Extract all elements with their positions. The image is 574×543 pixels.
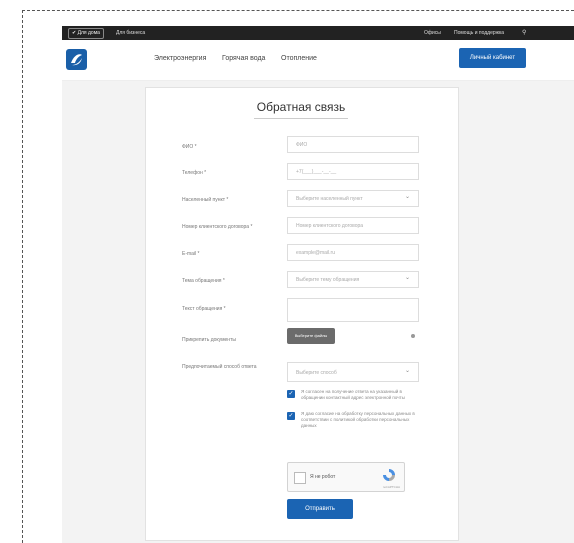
fio-input[interactable]: ФИО — [287, 136, 419, 153]
contract-label: Номер клиентского договора * — [182, 224, 253, 230]
consent-email-checkbox[interactable]: ✓ — [287, 390, 295, 398]
info-icon — [411, 334, 415, 338]
city-label: Населенный пункт * — [182, 197, 229, 203]
reply-method-label: Предпочитаемый способ ответа — [182, 364, 257, 370]
city-select[interactable]: Выберите населенный пункт — [287, 189, 419, 207]
for-home-link[interactable]: ✔ Для дома — [68, 28, 104, 39]
message-label: Текст обращения * — [182, 306, 226, 312]
consent-pd-text: Я даю согласие на обработку персональных… — [301, 411, 415, 428]
personal-cabinet-button[interactable]: Личный кабинет — [459, 48, 526, 68]
phone-label: Телефон * — [182, 170, 207, 176]
for-business-link[interactable]: Для бизнеса — [116, 30, 145, 36]
consent-pd-checkbox[interactable]: ✓ — [287, 412, 295, 420]
topic-select[interactable]: Выберите тему обращения — [287, 270, 419, 288]
nav-hot-water[interactable]: Горячая вода — [222, 55, 265, 62]
choose-files-button[interactable]: Выберите файлы — [287, 328, 335, 344]
consent-email-text: Я согласен на получение ответа на указан… — [301, 389, 405, 400]
message-textarea[interactable] — [287, 298, 419, 322]
attach-label: Прикрепить документы — [182, 337, 236, 343]
recaptcha-label: Я не робот — [310, 474, 336, 480]
contract-input[interactable]: Номер клиентского договора — [287, 217, 419, 234]
for-home-label: Для дома — [77, 30, 100, 36]
offices-link[interactable]: Офисы — [424, 30, 441, 36]
page-frame-top — [22, 10, 574, 11]
fio-label: ФИО * — [182, 144, 197, 150]
nav-heating[interactable]: Отопление — [281, 55, 317, 62]
top-bar: ✔ Для дома Для бизнеса Офисы Помощь и по… — [62, 26, 574, 40]
recaptcha-checkbox[interactable] — [294, 472, 306, 484]
site-header: Электроэнергия Горячая вода Отопление Ли… — [62, 40, 574, 81]
recaptcha-brand: reCAPTCHA — [382, 485, 400, 489]
phone-input[interactable]: +7(___)___-__-__ — [287, 163, 419, 180]
search-icon[interactable]: ⚲ — [522, 29, 526, 36]
page-title: Обратная связь — [256, 100, 346, 114]
reply-method-select[interactable]: Выберите способ — [287, 361, 419, 382]
title-underline — [254, 118, 348, 119]
help-link[interactable]: Помощь и поддержка — [454, 30, 504, 36]
email-label: E-mail * — [182, 251, 200, 257]
recaptcha-widget: Я не робот reCAPTCHA — [287, 462, 405, 492]
page-frame-left — [22, 10, 23, 543]
topic-label: Тема обращения * — [182, 278, 225, 284]
email-input[interactable]: example@mail.ru — [287, 244, 419, 261]
nav-electricity[interactable]: Электроэнергия — [154, 55, 206, 62]
submit-button[interactable]: Отправить — [287, 499, 353, 519]
company-logo[interactable] — [66, 49, 87, 70]
